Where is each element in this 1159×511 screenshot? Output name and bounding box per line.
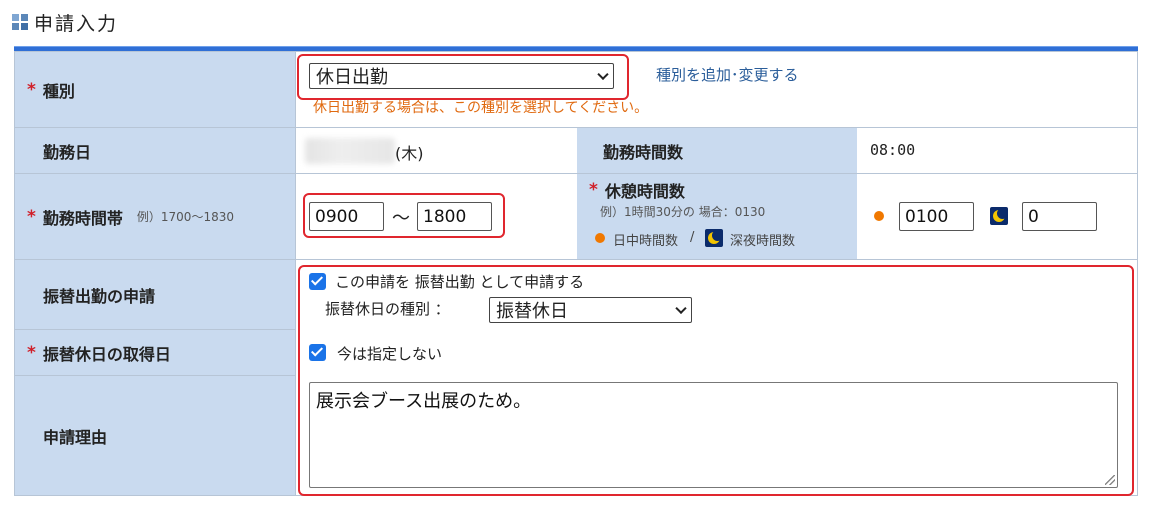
break-time-label: 休憩時間数 [604, 182, 685, 201]
reason-label-cell: 申請理由 [15, 376, 295, 495]
work-date-label: 勤務日 [43, 142, 92, 162]
reason-label: 申請理由 [43, 427, 108, 447]
work-time-label: 勤務時間帯 [42, 208, 123, 228]
required-mark: * [27, 342, 36, 363]
substitute-kind-selected: 振替休日 [496, 301, 568, 322]
no-date-checkbox-label: 今は指定しない [337, 345, 443, 363]
substitute-kind-select[interactable]: 振替休日 [489, 297, 692, 323]
break-time-example: 例）1時間30分の 場合：0130 [600, 205, 766, 219]
substitute-checkbox[interactable] [309, 273, 326, 290]
substitute-request-label-cell: 振替出勤の申請 [15, 260, 295, 329]
substitute-date-label: 振替休日の取得日 [42, 344, 171, 364]
work-time-example: 例）1700〜1830 [136, 210, 234, 224]
column-divider [295, 52, 296, 495]
break-time-heading: * 休憩時間数 [589, 178, 685, 202]
day-break-input[interactable]: 0100 [899, 202, 974, 231]
work-date-weekday: (木) [395, 144, 424, 163]
chevron-down-icon [675, 302, 687, 315]
category-select[interactable]: 休日出勤 [309, 63, 614, 89]
time-separator: 〜 [392, 208, 410, 229]
night-break-input[interactable]: 0 [1022, 202, 1097, 231]
category-label: 種別 [42, 81, 75, 101]
sun-icon [870, 207, 888, 225]
sun-icon [591, 229, 609, 247]
category-hint: 休日出勤する場合は、この種別を選択してください。 [313, 100, 649, 116]
grid-icon [12, 14, 28, 30]
resize-handle-icon[interactable] [1105, 475, 1115, 485]
substitute-checkbox-label: この申請を 振替出勤 として申請する [335, 273, 585, 291]
substitute-request-label: 振替出勤の申請 [43, 286, 156, 306]
category-selected: 休日出勤 [316, 67, 388, 88]
reason-text: 展示会ブース出展のため。 [316, 391, 532, 412]
work-hours-label-cell: 勤務時間数 [577, 128, 857, 173]
work-date-label-cell: 勤務日 [15, 128, 295, 173]
page-header: 申請入力 [12, 10, 119, 35]
required-mark: * [27, 79, 36, 100]
chevron-down-icon [597, 68, 609, 81]
work-time-label-cell: * 勤務時間帯 例）1700〜1830 [15, 174, 295, 259]
no-date-checkbox[interactable] [309, 344, 326, 361]
moon-icon [705, 229, 723, 247]
substitute-kind-label: 振替休日の種別 ： [325, 300, 450, 318]
application-form: * 種別 休日出勤 種別を追加･変更する 休日出勤する場合は、この種別を選択して… [14, 51, 1138, 496]
required-mark: * [589, 180, 598, 200]
work-hours-value: 08:00 [870, 141, 916, 159]
page-title: 申請入力 [34, 12, 119, 35]
night-legend: 深夜時間数 [730, 234, 796, 249]
category-label-cell: * 種別 [15, 52, 295, 127]
legend-separator: / [690, 230, 695, 245]
required-mark: * [27, 206, 36, 227]
moon-icon [990, 207, 1008, 225]
work-hours-label: 勤務時間数 [603, 142, 684, 162]
start-time-input[interactable]: 0900 [309, 202, 384, 231]
day-legend: 日中時間数 [613, 234, 679, 249]
substitute-date-label-cell: * 振替休日の取得日 [15, 330, 295, 375]
reason-textarea[interactable]: 展示会ブース出展のため。 [309, 382, 1118, 488]
end-time-input[interactable]: 1800 [417, 202, 492, 231]
add-category-link[interactable]: 種別を追加･変更する [656, 64, 799, 85]
redacted-date [305, 138, 395, 164]
